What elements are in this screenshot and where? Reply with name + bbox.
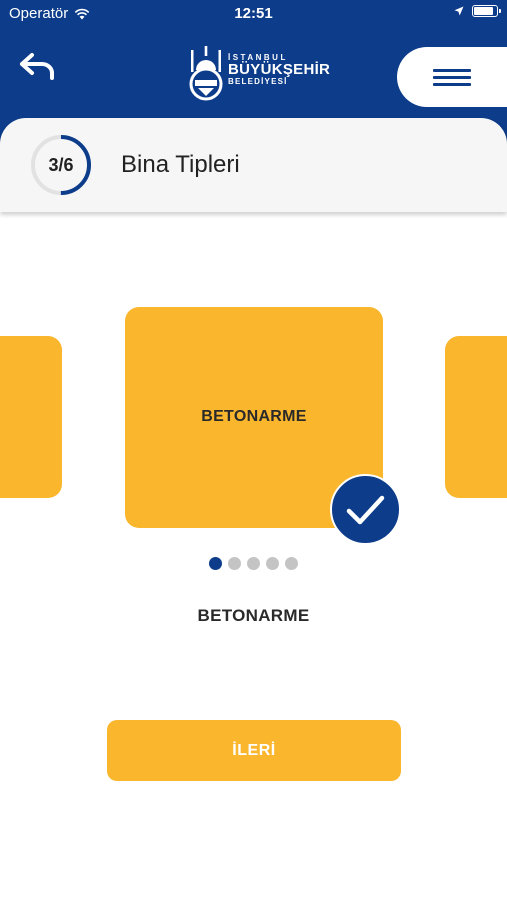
pagination-dot[interactable] [285,557,298,570]
logo-line-3: BELEDİYESİ [228,77,288,87]
location-arrow-icon [454,6,464,16]
carousel-pagination [0,557,507,570]
step-counter: 3/6 [48,154,74,175]
pagination-dot[interactable] [228,557,241,570]
pagination-dot[interactable] [209,557,222,570]
selected-check-badge [330,474,401,545]
status-bar: Operatör 12:51 [0,0,507,28]
page-title: Bina Tipleri [121,151,240,178]
tile-label: BETONARME [201,408,307,425]
status-right [454,5,501,17]
battery-icon [472,5,501,17]
menu-line [433,69,471,72]
carousel-tile-previous[interactable] [0,336,62,498]
battery-level [474,7,493,15]
carousel-tile-next[interactable] [445,336,507,498]
checkmark-icon [346,495,385,525]
step-header-card: 3/6 Bina Tipleri [0,118,507,212]
mosque-emblem-icon [189,46,223,101]
menu-line [433,83,471,86]
undo-arrow-icon [20,53,54,80]
pagination-dot[interactable] [266,557,279,570]
selected-building-type: BETONARME [197,606,310,625]
logo-text: İSTANBUL BÜYÜKŞEHİR BELEDİYESİ [228,53,331,87]
status-time: 12:51 [234,5,273,22]
next-button[interactable]: İLERİ [107,720,401,781]
ibb-logo: İSTANBUL BÜYÜKŞEHİR BELEDİYESİ [186,46,330,102]
menu-button[interactable] [397,47,507,107]
pagination-dot[interactable] [247,557,260,570]
logo-line-2: BÜYÜKŞEHİR [228,61,331,79]
back-button[interactable] [18,52,58,86]
menu-line [433,76,471,79]
